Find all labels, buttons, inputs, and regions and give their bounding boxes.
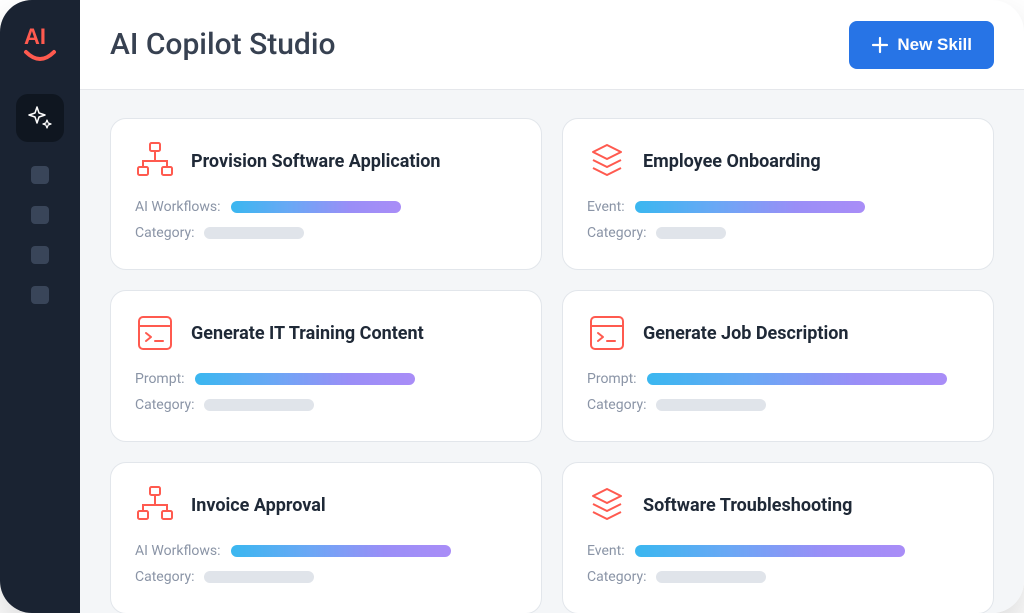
skill-card[interactable]: Invoice Approval AI Workflows: Category: <box>110 462 542 613</box>
main-area: AI Copilot Studio New Skill Provision So… <box>80 0 1024 613</box>
row-label: Category: <box>135 569 194 585</box>
svg-text:AI: AI <box>24 24 46 49</box>
card-row: AI Workflows: <box>135 543 517 559</box>
card-title: Generate Job Description <box>643 323 848 344</box>
card-header: Employee Onboarding <box>587 141 969 181</box>
card-row: Category: <box>135 225 517 241</box>
plus-icon <box>871 36 889 54</box>
terminal-icon <box>135 313 175 353</box>
terminal-icon <box>587 313 627 353</box>
card-row: Event: <box>587 543 969 559</box>
card-row: Prompt: <box>135 371 517 387</box>
card-header: Software Troubleshooting <box>587 485 969 525</box>
card-title: Invoice Approval <box>191 495 326 516</box>
logo-icon: AI <box>20 20 60 66</box>
row-label: AI Workflows: <box>135 199 221 215</box>
value-bar <box>231 201 401 213</box>
value-bar <box>231 545 451 557</box>
card-row: Event: <box>587 199 969 215</box>
card-header: Invoice Approval <box>135 485 517 525</box>
logo: AI <box>20 20 60 66</box>
value-bar <box>647 373 947 385</box>
row-label: Category: <box>587 225 646 241</box>
card-row: Category: <box>135 397 517 413</box>
content-scroll: Provision Software Application AI Workfl… <box>80 90 1024 613</box>
row-label: Category: <box>587 569 646 585</box>
row-label: Category: <box>587 397 646 413</box>
card-row: Category: <box>135 569 517 585</box>
stack-icon <box>587 141 627 181</box>
card-row: Category: <box>587 397 969 413</box>
header: AI Copilot Studio New Skill <box>80 0 1024 90</box>
sidebar: AI <box>0 0 80 613</box>
app-window: AI AI Copilot Studio New Skill <box>0 0 1024 613</box>
card-row: Prompt: <box>587 371 969 387</box>
card-header: Generate Job Description <box>587 313 969 353</box>
value-bar <box>656 399 766 411</box>
sidebar-item-placeholder[interactable] <box>31 166 49 184</box>
value-bar <box>204 399 314 411</box>
card-header: Generate IT Training Content <box>135 313 517 353</box>
card-row: Category: <box>587 225 969 241</box>
stack-icon <box>587 485 627 525</box>
card-header: Provision Software Application <box>135 141 517 181</box>
row-label: AI Workflows: <box>135 543 221 559</box>
value-bar <box>635 545 905 557</box>
value-bar <box>656 227 726 239</box>
card-title: Software Troubleshooting <box>643 495 852 516</box>
row-label: Prompt: <box>587 371 637 387</box>
skill-card[interactable]: Software Troubleshooting Event: Category… <box>562 462 994 613</box>
sitemap-icon <box>135 141 175 181</box>
value-bar <box>195 373 415 385</box>
skill-grid: Provision Software Application AI Workfl… <box>110 118 1014 613</box>
row-label: Event: <box>587 199 625 215</box>
card-title: Provision Software Application <box>191 151 441 172</box>
card-row: Category: <box>587 569 969 585</box>
skill-card[interactable]: Employee Onboarding Event: Category: <box>562 118 994 270</box>
sidebar-item-placeholder[interactable] <box>31 246 49 264</box>
sidebar-item-sparkle[interactable] <box>16 94 64 142</box>
row-label: Prompt: <box>135 371 185 387</box>
card-row: AI Workflows: <box>135 199 517 215</box>
value-bar <box>204 227 304 239</box>
card-title: Generate IT Training Content <box>191 323 424 344</box>
value-bar <box>635 201 865 213</box>
new-skill-label: New Skill <box>897 35 972 55</box>
page-title: AI Copilot Studio <box>110 27 849 62</box>
value-bar <box>204 571 314 583</box>
row-label: Category: <box>135 225 194 241</box>
card-title: Employee Onboarding <box>643 151 821 172</box>
skill-card[interactable]: Generate Job Description Prompt: Categor… <box>562 290 994 442</box>
sitemap-icon <box>135 485 175 525</box>
sidebar-item-placeholder[interactable] <box>31 286 49 304</box>
new-skill-button[interactable]: New Skill <box>849 21 994 69</box>
sparkle-icon <box>26 104 54 132</box>
value-bar <box>656 571 766 583</box>
sidebar-item-placeholder[interactable] <box>31 206 49 224</box>
row-label: Event: <box>587 543 625 559</box>
skill-card[interactable]: Generate IT Training Content Prompt: Cat… <box>110 290 542 442</box>
row-label: Category: <box>135 397 194 413</box>
skill-card[interactable]: Provision Software Application AI Workfl… <box>110 118 542 270</box>
